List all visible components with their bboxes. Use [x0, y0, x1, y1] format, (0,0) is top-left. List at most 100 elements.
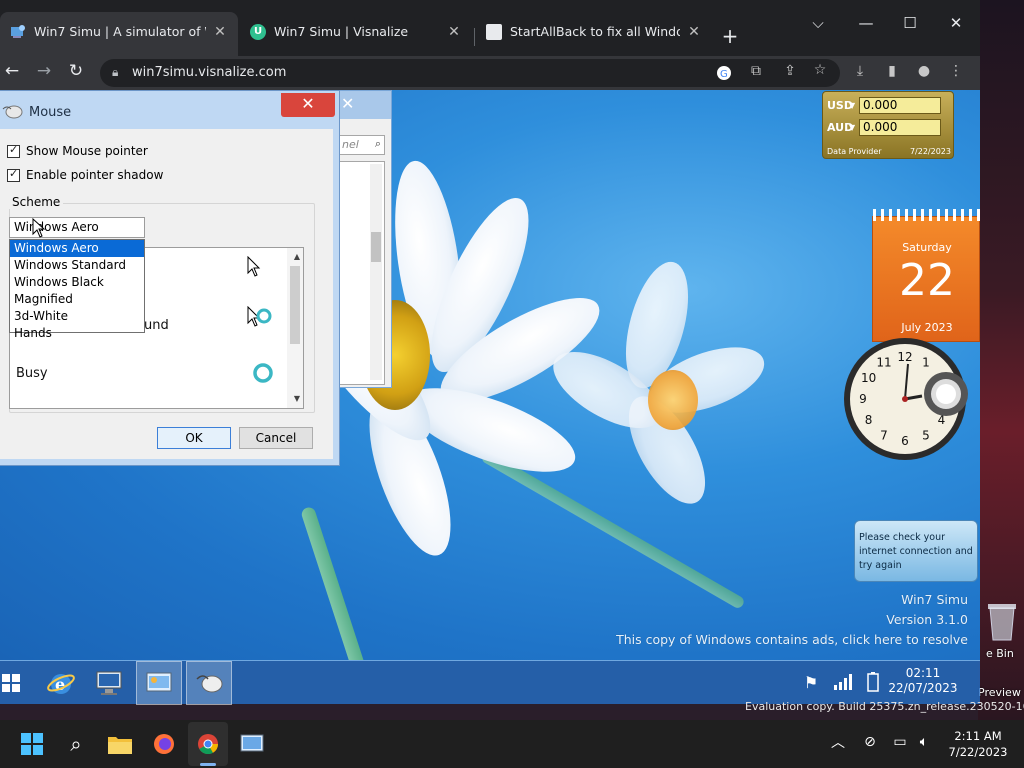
new-tab-button[interactable]: + — [720, 24, 740, 48]
show-pointer-checkbox[interactable]: Show Mouse pointer — [7, 143, 148, 158]
cancel-button[interactable]: Cancel — [239, 427, 313, 449]
flower-stem — [300, 505, 394, 660]
address-bar[interactable]: 🔒︎ win7simu.visnalize.com G ⧉ ⇪ ☆ — [100, 59, 840, 87]
ok-button[interactable]: OK — [157, 427, 231, 449]
search-placeholder: nel — [342, 138, 359, 151]
calendar-gadget[interactable]: Saturday 22 July 2023 — [872, 209, 980, 342]
mouse-pointer-icon — [32, 218, 46, 238]
simulated-time: 02:11 — [905, 666, 941, 680]
reload-icon[interactable]: ↻ — [64, 61, 88, 81]
evaluation-copy-text: Evaluation copy. Build 25375.zn_release.… — [745, 700, 1024, 713]
tab-search-chevron-icon[interactable]: ⌵ — [808, 14, 828, 32]
caret-down-icon[interactable]: ▼ — [849, 123, 859, 132]
pointer-shadow-checkbox[interactable]: Enable pointer shadow — [7, 167, 163, 182]
dialog-title: Mouse — [29, 105, 72, 120]
scheme-option[interactable]: Windows Aero — [10, 240, 144, 257]
data-provider-label[interactable]: Data Provider — [827, 147, 882, 156]
share-icon[interactable]: ⇪ — [780, 63, 800, 79]
back-arrow-icon[interactable]: ← — [0, 61, 24, 81]
dialog-body: Show Mouse pointer Enable pointer shadow… — [0, 129, 333, 459]
scheme-option[interactable]: Windows Black — [10, 274, 144, 291]
recycle-bin-icon[interactable] — [984, 600, 1020, 642]
volume-icon[interactable]: 🔈︎ — [914, 734, 934, 750]
control-panel-close-icon[interactable]: ✕ — [341, 94, 354, 113]
preview-label: Preview — [978, 686, 1021, 699]
network-disconnected-icon[interactable]: ⊘ — [860, 734, 880, 750]
clock-numeral: 10 — [861, 371, 876, 385]
control-panel-scrollbar[interactable] — [370, 164, 382, 380]
minimize-button[interactable]: — — [856, 14, 876, 32]
control-panel-scroll-thumb[interactable] — [371, 232, 381, 262]
tab-win7simu-visnalize[interactable]: U Win7 Simu | Visnalize ✕ — [240, 12, 472, 58]
show-hidden-icons-chevron-icon[interactable]: ︿ — [828, 732, 848, 752]
currency-date: 7/22/2023 — [909, 147, 951, 156]
clock-gadget[interactable]: 121234567891011 — [842, 336, 968, 462]
mouse-dialog: Mouse ✕ Show Mouse pointer Enable pointe… — [0, 90, 340, 466]
taskbar-control-panel[interactable] — [136, 661, 182, 705]
control-panel-titlebar — [331, 91, 391, 119]
search-icon[interactable]: ⌕ — [375, 137, 381, 151]
scroll-down-arrow-icon[interactable]: ▼ — [294, 394, 300, 403]
scheme-option[interactable]: 3d-White — [10, 308, 144, 325]
simulated-clock[interactable]: 02:11 22/07/2023 — [886, 666, 960, 696]
simulated-date: 22/07/2023 — [888, 681, 958, 695]
host-search-icon[interactable]: ⌕ — [62, 730, 90, 758]
display-icon[interactable]: ▭ — [890, 734, 910, 750]
currency-value-input[interactable]: 0.000 — [859, 119, 941, 136]
lock-icon[interactable]: 🔒︎ — [112, 65, 118, 80]
currency-row: USD ▼ 0.000 — [827, 97, 941, 114]
scroll-up-arrow-icon[interactable]: ▲ — [294, 252, 300, 261]
side-panel-icon[interactable]: ▮ — [882, 63, 902, 79]
calendar-rings — [873, 209, 980, 221]
clock-numeral: 7 — [880, 428, 888, 442]
clock-numeral: 8 — [865, 413, 873, 427]
profile-icon[interactable]: ● — [914, 63, 934, 79]
cursor-list-scroll-thumb[interactable] — [290, 266, 300, 344]
host-taskbar: ⌕ ︿ ⊘ ▭ 🔈︎ 2:11 AM 7/22/2023 — [0, 720, 1024, 768]
tab-win7simu-simulator[interactable]: Win7 Simu | A simulator of Windows 7 ✕ — [0, 12, 238, 58]
taskbar-mouse[interactable] — [186, 661, 232, 705]
battery-icon[interactable] — [862, 671, 884, 693]
host-clock[interactable]: 2:11 AM 7/22/2023 — [936, 728, 1020, 760]
tab-startallback[interactable]: StartAllBack to fix all Windows 11 ✕ — [476, 12, 712, 58]
watermark-title: Win7 Simu — [901, 592, 968, 607]
taskbar-internet-explorer[interactable]: e — [38, 661, 84, 705]
recycle-bin-label[interactable]: e Bin — [986, 647, 1014, 660]
host-file-explorer[interactable] — [106, 730, 134, 758]
scheme-option[interactable]: Hands — [10, 325, 144, 342]
flower-stem — [480, 449, 746, 610]
taskbar-computer[interactable] — [86, 661, 132, 705]
scheme-option[interactable]: Magnified — [10, 291, 144, 308]
checkbox-checked-icon[interactable] — [7, 167, 20, 182]
currency-value-input[interactable]: 0.000 — [859, 97, 941, 114]
tab-close-icon[interactable]: ✕ — [446, 24, 462, 40]
tab-close-icon[interactable]: ✕ — [212, 24, 228, 40]
host-chrome[interactable] — [194, 730, 222, 758]
tab-title: Win7 Simu | A simulator of Windows 7 — [34, 24, 206, 39]
google-lens-icon[interactable]: G — [716, 65, 732, 81]
network-signal-icon[interactable] — [832, 673, 854, 691]
tab-close-icon[interactable]: ✕ — [686, 24, 702, 40]
download-icon[interactable]: ⤓ — [850, 63, 870, 79]
checkbox-checked-icon[interactable] — [7, 143, 20, 158]
close-window-button[interactable]: ✕ — [946, 14, 966, 32]
caret-down-icon[interactable]: ▼ — [849, 101, 859, 110]
more-menu-icon[interactable]: ⋮ — [946, 63, 966, 79]
forward-arrow-icon[interactable]: → — [32, 61, 56, 81]
host-start-button[interactable] — [18, 730, 46, 758]
scheme-option[interactable]: Windows Standard — [10, 257, 144, 274]
open-in-app-icon[interactable]: ⧉ — [746, 63, 766, 79]
scheme-combobox[interactable]: Windows Aero — [9, 217, 145, 238]
weather-gadget[interactable]: Please check your internet connection an… — [854, 520, 978, 582]
flower-center — [648, 370, 698, 430]
host-firefox[interactable] — [150, 730, 178, 758]
currency-gadget[interactable]: USD ▼ 0.000 AUD ▼ 0.000 Data Provider 7/… — [822, 91, 954, 159]
bookmark-star-icon[interactable]: ☆ — [810, 62, 830, 78]
control-panel-search-input[interactable]: nel ⌕ — [337, 135, 385, 155]
start-button[interactable] — [0, 661, 34, 705]
action-center-flag-icon[interactable]: ⚑ — [800, 673, 822, 692]
dialog-close-button[interactable]: ✕ — [281, 93, 335, 117]
host-control-panel[interactable] — [238, 730, 266, 758]
maximize-button[interactable]: ☐ — [900, 14, 920, 32]
watermark-ad-notice[interactable]: This copy of Windows contains ads, click… — [616, 632, 968, 647]
